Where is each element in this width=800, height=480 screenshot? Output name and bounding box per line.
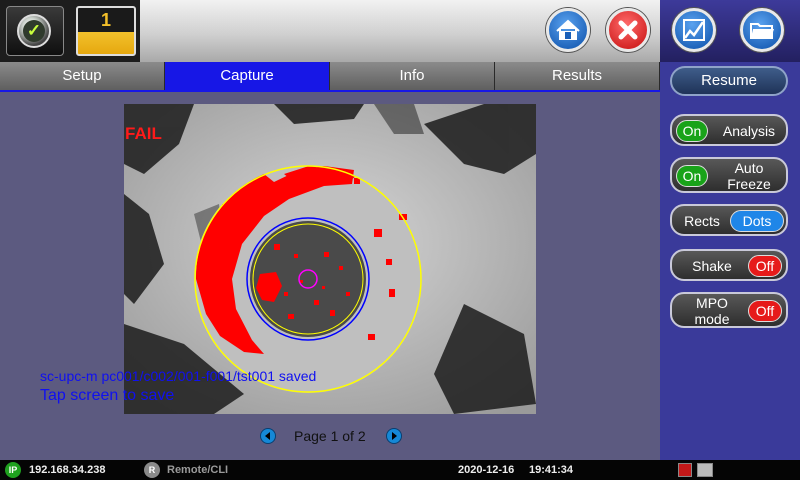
tab-underline <box>0 90 660 92</box>
page-indicator: Page 1 of 2 <box>294 428 366 444</box>
tab-results[interactable]: Results <box>495 62 660 90</box>
saved-message: sc-upc-m pc001/c002/001-f001/tst001 save… <box>40 368 317 384</box>
tab-setup[interactable]: Setup <box>0 62 165 90</box>
signal-graph-button[interactable] <box>672 8 716 52</box>
logo-v-icon: ✓ <box>23 20 45 42</box>
tab-info[interactable]: Info <box>330 62 495 90</box>
auto-freeze-label-line2: Freeze <box>727 176 771 192</box>
folder-icon <box>750 23 774 39</box>
signal-graph-icon <box>683 19 705 41</box>
mpo-mode-state: Off <box>748 300 782 322</box>
status-bar: IP 192.168.34.238 R Remote/CLI 2020-12-1… <box>0 460 800 480</box>
mpo-mode-toggle[interactable]: MPO mode Off <box>670 292 788 328</box>
previous-page-button[interactable] <box>260 428 276 444</box>
rects-option[interactable]: Rects <box>676 213 728 229</box>
tab-bar: Setup Capture Info Results <box>0 62 660 90</box>
tap-to-save-message: Tap screen to save <box>40 387 175 404</box>
ip-icon: IP <box>5 462 21 478</box>
remote-cli-label: Remote/CLI <box>167 464 229 476</box>
shake-toggle[interactable]: Shake Off <box>670 249 788 281</box>
analysis-state: On <box>676 120 708 142</box>
home-button[interactable] <box>546 8 590 52</box>
close-button[interactable] <box>606 8 650 52</box>
dots-option[interactable]: Dots <box>730 210 784 232</box>
slot-number: 1 <box>100 10 111 30</box>
auto-freeze-toggle[interactable]: On Auto Freeze <box>670 157 788 193</box>
app-logo-button[interactable]: ✓ <box>6 6 64 56</box>
analysis-label: Analysis <box>722 123 776 139</box>
mpo-mode-label-line2: mode <box>694 311 730 327</box>
mpo-mode-label-line1: MPO <box>696 295 728 311</box>
battery-icon <box>697 463 713 477</box>
status-time: 19:41:34 <box>529 464 574 476</box>
fail-label: FAIL <box>125 124 162 143</box>
close-icon <box>618 20 638 40</box>
home-icon <box>556 19 580 40</box>
next-page-button[interactable] <box>386 428 402 444</box>
arrow-left-icon <box>265 432 270 440</box>
shake-label: Shake <box>692 258 732 274</box>
shake-state: Off <box>748 255 782 277</box>
pager: Page 1 of 2 <box>258 427 404 447</box>
test-slot-button[interactable]: 1 <box>76 6 136 56</box>
auto-freeze-state: On <box>676 165 708 187</box>
auto-freeze-label-line1: Auto <box>734 160 764 176</box>
analysis-toggle[interactable]: On Analysis <box>670 114 788 146</box>
arrow-right-icon <box>392 432 397 440</box>
resume-button[interactable]: Resume <box>670 66 788 96</box>
usb-icon <box>678 463 692 477</box>
status-date: 2020-12-16 <box>458 464 515 476</box>
ip-address: 192.168.34.238 <box>29 464 106 476</box>
remote-icon: R <box>144 462 160 478</box>
tab-capture[interactable]: Capture <box>165 62 330 90</box>
folder-button[interactable] <box>740 8 784 52</box>
view-mode-toggle[interactable]: Rects Dots <box>670 204 788 236</box>
